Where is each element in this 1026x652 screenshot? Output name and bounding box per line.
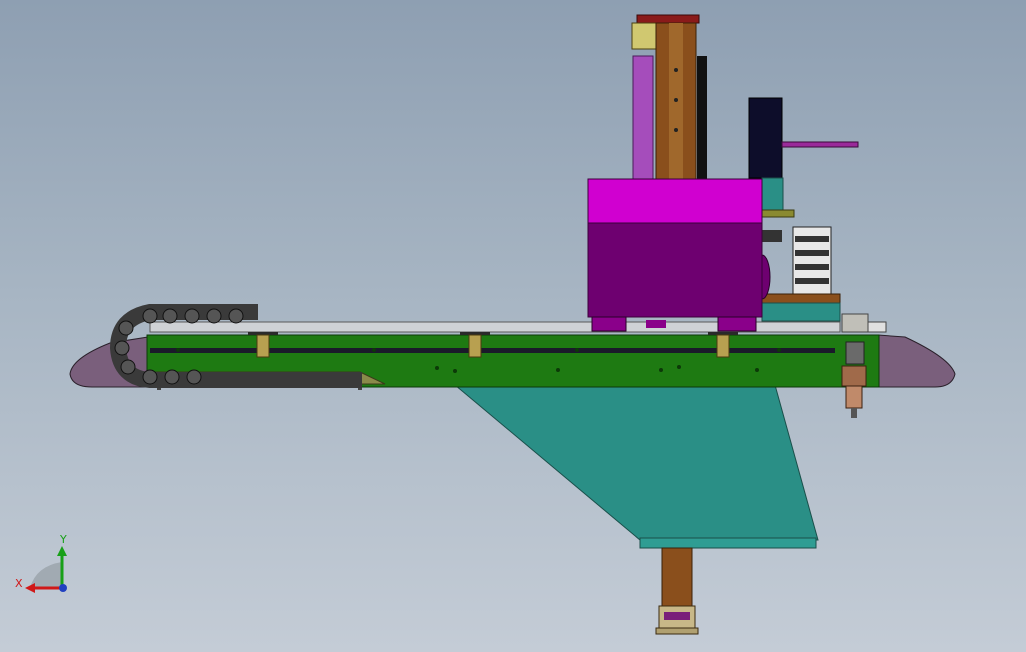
servo-motor[interactable] [748,97,859,242]
teal-support-bracket[interactable] [453,384,819,549]
x-axis-label: X [15,577,23,590]
z-axis-dot [59,584,67,592]
pneumatic-cylinder-rod[interactable] [632,55,654,181]
axis-triad: Y X [15,533,67,593]
right-end-cap[interactable] [877,334,956,388]
y-axis-arrowhead [57,546,67,556]
y-axis-label: Y [59,533,67,546]
gantry-robot-model[interactable]: Y X [0,0,1026,652]
x-axis-arrowhead [25,583,35,593]
lower-z-column[interactable] [655,547,699,635]
x-axis-carriage[interactable] [587,178,771,332]
cad-graphics-area[interactable]: Y X [0,0,1026,652]
